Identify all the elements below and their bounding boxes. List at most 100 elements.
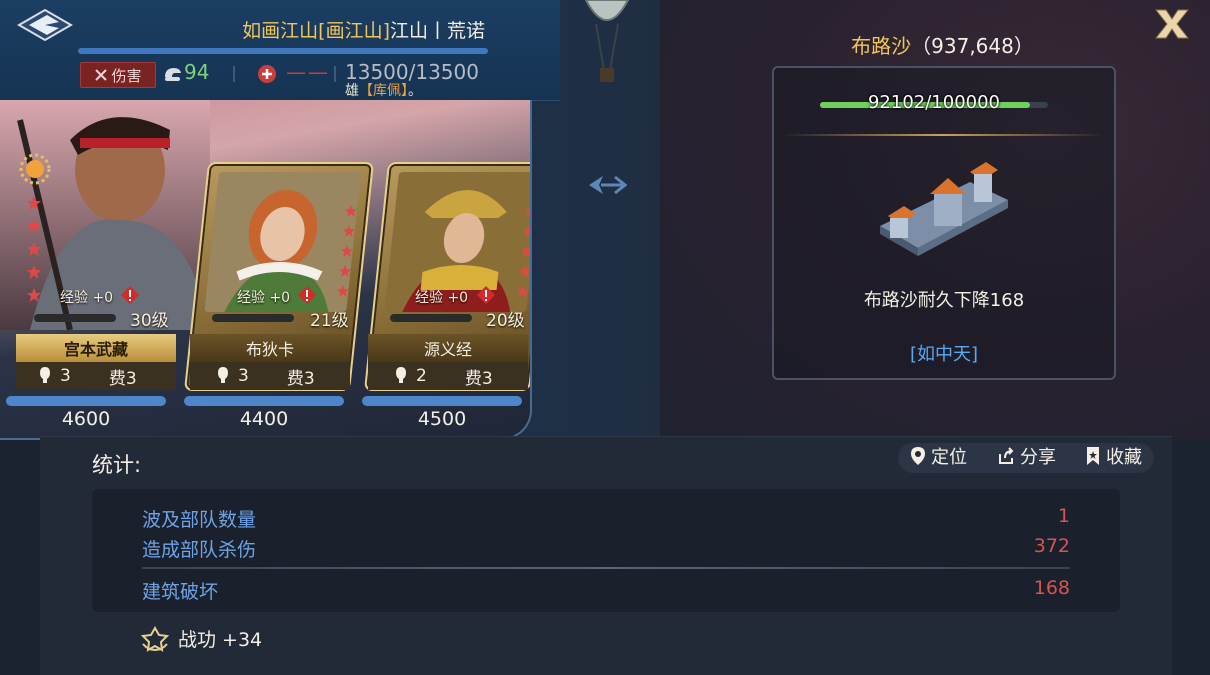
star-icon [342, 224, 356, 238]
star-icon [522, 224, 530, 238]
back-icon [16, 8, 74, 42]
durability-drop: 布路沙耐久下降168 [863, 290, 1025, 311]
stat-row-building: 建筑破坏 168 [142, 577, 1070, 604]
sun-emblem-icon [19, 153, 51, 185]
heroes-panel: 经验 +0 经验 +0 经验 +0 30级 21级 20级 宫本武藏 布狄卡 源… [0, 100, 532, 440]
hero-3-cost: 费3 [464, 368, 493, 389]
hero-3-stats: 2 费3 [368, 362, 528, 390]
heal-value: —— [286, 60, 330, 84]
target-coords[interactable]: （937,648） [911, 34, 1034, 58]
alert-icon [298, 286, 316, 304]
balloon-icon [584, 0, 630, 82]
hero-2-level: 21级 [310, 311, 349, 331]
locate-button[interactable]: 定位 [910, 443, 967, 469]
hero-1-stats: 3 费3 [16, 362, 176, 390]
share-button[interactable]: 分享 [997, 443, 1056, 469]
token-icon [40, 367, 50, 383]
target-name: 布路沙 [851, 34, 912, 58]
favorite-button[interactable]: 收藏 [1085, 443, 1142, 469]
stat-row-casualties: 造成部队杀伤 372 [142, 535, 1070, 562]
hero-3-hp-bar [362, 396, 522, 406]
hero-1-level-bar [34, 314, 116, 322]
note-suffix: 。 [408, 83, 422, 99]
stat-row-affected: 波及部队数量 1 [142, 505, 1070, 532]
star-icon [27, 219, 41, 233]
merit-icon [140, 625, 170, 652]
bookmark-icon [1087, 447, 1099, 465]
hero-3-level-bar [390, 314, 472, 322]
hero-2-token: 3 [238, 366, 249, 386]
star-icon [344, 204, 358, 218]
hero-1-hp: 4600 [61, 408, 111, 430]
merit-text: 战功 +34 [178, 629, 263, 651]
attacker-title: 如画江山[画江山]江山丨荒诺 [242, 16, 485, 43]
star-icon [520, 244, 530, 258]
star-icon [27, 265, 41, 279]
hero-2-exp: 经验 +0 [237, 290, 291, 306]
share-icon [999, 447, 1014, 464]
morale-value: 94 [184, 60, 210, 84]
star-icon [27, 288, 41, 302]
attacker-location: 江山丨荒诺 [389, 20, 485, 42]
star-icon [524, 207, 530, 218]
hero-3-hp: 4500 [417, 408, 467, 430]
close-icon [1154, 9, 1190, 39]
hero-2-hp: 4400 [239, 408, 289, 430]
divider [782, 134, 1104, 136]
hero-2-cost: 费3 [286, 368, 315, 389]
hero-3-token: 2 [416, 366, 427, 386]
star-icon [518, 264, 530, 278]
favorite-label: 收藏 [1106, 447, 1142, 468]
stat-label: 建筑破坏 [142, 581, 219, 603]
token-icon [218, 367, 228, 383]
fortress-icon [880, 162, 1008, 256]
title-underline [78, 48, 488, 54]
target-panel: 92102/100000 布路沙耐久下降168 [如中天] [772, 66, 1116, 380]
stats-label: 统计: [92, 453, 142, 477]
separator [233, 66, 235, 82]
hero-1-name: 宫本武藏 [16, 334, 176, 362]
header-note: 雄【库佩】。 [345, 80, 422, 100]
back-button[interactable] [14, 6, 76, 44]
star-icon [27, 196, 41, 210]
star-icon [336, 284, 350, 298]
hero-1-level: 30级 [130, 311, 169, 331]
hero-1-cost: 费3 [108, 368, 137, 389]
hero-2-hp-bar [184, 396, 344, 406]
token-icon [396, 367, 406, 383]
note-prefix: 雄 [345, 83, 359, 99]
damage-label: 伤害 [111, 66, 142, 85]
star-icon [516, 284, 530, 298]
stat-label: 造成部队杀伤 [142, 539, 257, 561]
stat-value: 372 [1033, 535, 1070, 557]
damage-tag: 伤害 [80, 62, 156, 88]
star-icon [338, 264, 352, 278]
locate-label: 定位 [931, 447, 967, 468]
hero-2-level-bar [212, 314, 294, 322]
stat-label: 波及部队数量 [142, 509, 257, 531]
hero-2-name: 布狄卡 [190, 334, 350, 362]
alert-icon [477, 286, 495, 304]
alert-icon [121, 286, 139, 304]
hero-3-name: 源义经 [368, 334, 528, 362]
sword-icon [95, 69, 108, 81]
target-title: 布路沙（937,648） [770, 30, 1115, 59]
hero-1-token: 3 [60, 366, 71, 386]
merit-line: 战功 +34 [140, 625, 262, 652]
alliance-tag[interactable]: [如中天] [774, 340, 1114, 366]
durability-text: 92102/100000 [867, 92, 1001, 113]
divider [142, 567, 1070, 569]
hero-3-level: 20级 [486, 311, 525, 331]
close-button[interactable] [1150, 6, 1194, 42]
separator [334, 66, 336, 82]
arrow-icon [589, 175, 627, 195]
note-highlight: 【库佩】 [359, 83, 408, 99]
stats-box: 波及部队数量 1 造成部队杀伤 372 建筑破坏 168 [92, 489, 1120, 612]
share-label: 分享 [1020, 447, 1056, 468]
morale-icon [165, 68, 181, 81]
hero-3-exp: 经验 +0 [415, 290, 469, 306]
location-icon [911, 447, 925, 465]
star-icon [27, 242, 41, 256]
stat-value: 168 [1033, 577, 1070, 599]
star-icon [340, 244, 354, 258]
